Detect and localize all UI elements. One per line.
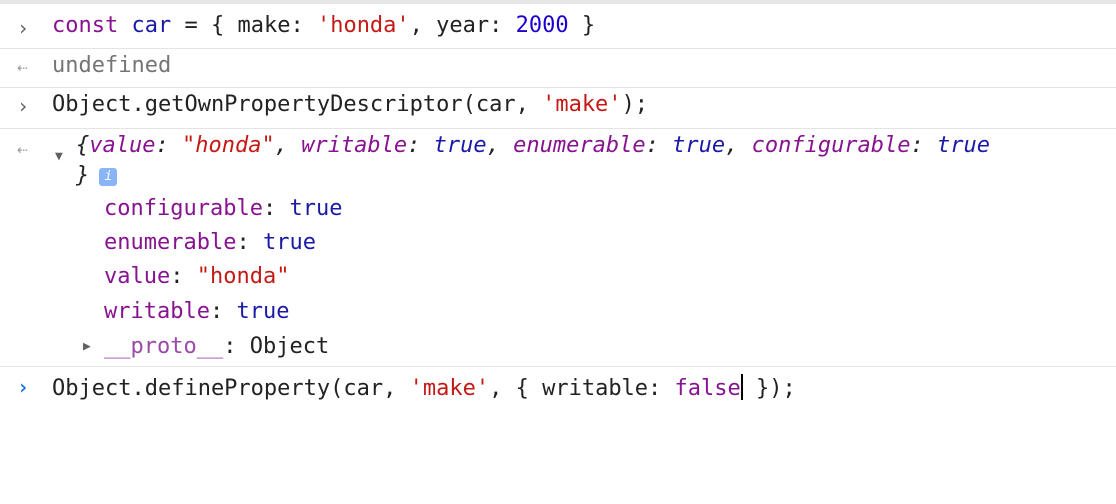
return-arrow-icon: ⇠ (17, 57, 28, 78)
property-value: true (236, 299, 290, 324)
keyword: const (52, 13, 119, 38)
result-text: undefined (52, 53, 172, 78)
punct: , (409, 13, 437, 38)
function-call: Object.defineProperty(car, (52, 376, 410, 401)
preview-value: "honda" (181, 133, 275, 158)
console-prompt-input[interactable]: › Object.defineProperty(car, 'make', { w… (0, 367, 1116, 411)
property-row: writable: true (104, 299, 290, 324)
key: year (436, 13, 490, 38)
punct: ); (621, 92, 649, 117)
punct: : (290, 13, 317, 38)
keyword: false (674, 376, 741, 401)
punct: }); (742, 376, 796, 401)
chevron-right-icon: › (17, 375, 30, 399)
string: 'make' (409, 376, 490, 401)
input-text[interactable]: Object.defineProperty(car, 'make', { wri… (52, 374, 796, 401)
console-top-border (0, 0, 1116, 4)
object-result-block: ⇠ ▼ {value: "honda", writable: true, enu… (0, 129, 1116, 367)
property-key: writable (104, 299, 210, 324)
proto-row[interactable]: __proto__: Object (104, 334, 329, 359)
code-text: Object.getOwnPropertyDescriptor(car, 'ma… (52, 92, 648, 117)
code-text: const car = { make: 'honda', year: 2000 … (52, 13, 595, 38)
key: make (237, 13, 291, 38)
return-arrow-icon: ⇠ (17, 139, 28, 160)
console-input-line[interactable]: › const car = { make: 'honda', year: 200… (0, 8, 1116, 49)
preview-key: writable (301, 133, 408, 158)
punct: : (489, 13, 516, 38)
property-key: value (104, 264, 171, 289)
preview-value: true (672, 133, 726, 158)
property-value: "honda" (196, 264, 290, 289)
variable: car (131, 13, 172, 38)
preview-key: enumerable (513, 133, 646, 158)
preview-value: true (433, 133, 487, 158)
property-row: value: "honda" (104, 264, 290, 289)
string: 'make' (542, 92, 622, 117)
proto-key: __proto__ (104, 334, 224, 359)
object-preview[interactable]: {value: "honda", writable: true, enumera… (76, 133, 990, 158)
proto-value: Object (249, 334, 330, 359)
preview-key: configurable (751, 133, 911, 158)
chevron-right-icon: › (17, 16, 30, 40)
property-key: enumerable (104, 230, 237, 255)
function-call: Object.getOwnPropertyDescriptor(car, (52, 92, 543, 117)
triangle-right-icon[interactable]: ▶ (83, 339, 91, 354)
console-input-line[interactable]: › Object.getOwnPropertyDescriptor(car, '… (0, 88, 1116, 129)
punct: } (568, 13, 596, 38)
object-preview-close: } i (76, 163, 118, 188)
chevron-right-icon: › (17, 94, 30, 118)
preview-value: true (937, 133, 991, 158)
brace: { (76, 133, 90, 158)
preview-key: value (89, 133, 156, 158)
property-value: true (289, 196, 343, 221)
property-row: enumerable: true (104, 230, 316, 255)
punct: = { (171, 13, 238, 38)
property-value: true (262, 230, 316, 255)
string: 'honda' (316, 13, 410, 38)
property-row: configurable: true (104, 196, 343, 221)
brace: } (76, 163, 90, 188)
triangle-down-icon[interactable]: ▼ (55, 149, 63, 164)
punct: , { writable: (489, 376, 675, 401)
number: 2000 (515, 13, 569, 38)
info-icon[interactable]: i (99, 168, 118, 186)
console-result-line: ⇠ undefined (0, 49, 1116, 88)
property-key: configurable (104, 196, 263, 221)
